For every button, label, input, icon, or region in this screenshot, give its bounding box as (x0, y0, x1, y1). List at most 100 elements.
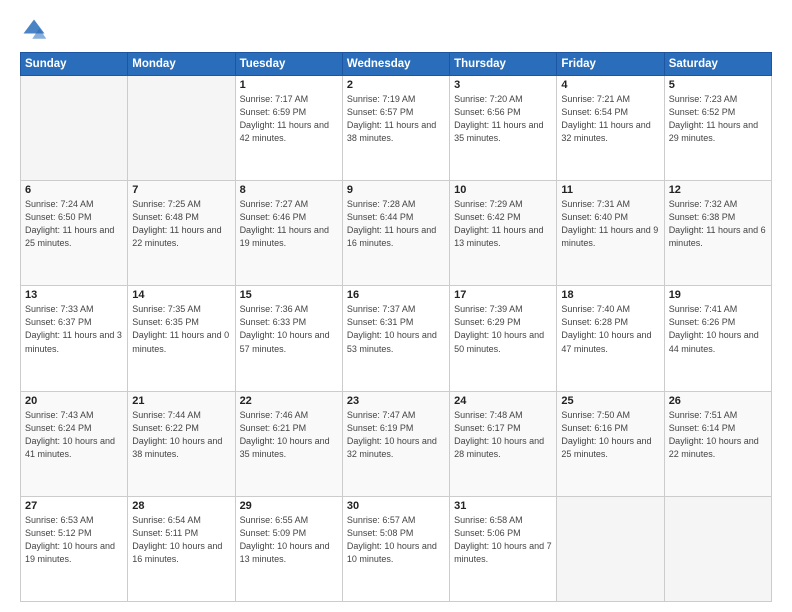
day-cell: 22 Sunrise: 7:46 AM Sunset: 6:21 PM Dayli… (235, 391, 342, 496)
generalblue-logo-icon (20, 16, 48, 44)
col-header-thursday: Thursday (450, 53, 557, 76)
logo (20, 16, 52, 44)
day-number: 18 (561, 289, 659, 301)
day-cell: 10Sunrise: 7:29 AM Sunset: 6:42 PM Dayli… (450, 181, 557, 286)
day-number: 30 (347, 500, 445, 512)
day-cell: 16 Sunrise: 7:37 AM Sunset: 6:31 PM Dayli… (342, 286, 449, 391)
day-cell: 23 Sunrise: 7:47 AM Sunset: 6:19 PM Dayli… (342, 391, 449, 496)
day-cell: 2Sunrise: 7:19 AM Sunset: 6:57 PM Daylig… (342, 76, 449, 181)
day-number: 1 (240, 79, 338, 91)
day-cell: 7 Sunrise: 7:25 AM Sunset: 6:48 PM Daylig… (128, 181, 235, 286)
day-cell (21, 76, 128, 181)
day-detail: Sunrise: 7:44 AM Sunset: 6:22 PM Dayligh… (132, 409, 230, 461)
day-detail: Sunrise: 7:43 AM Sunset: 6:24 PM Dayligh… (25, 409, 123, 461)
day-detail: Sunrise: 7:35 AM Sunset: 6:35 PM Dayligh… (132, 303, 230, 355)
day-detail: Sunrise: 7:48 AM Sunset: 6:17 PM Dayligh… (454, 409, 552, 461)
day-detail: Sunrise: 6:55 AM Sunset: 5:09 PM Dayligh… (240, 514, 338, 566)
day-number: 28 (132, 500, 230, 512)
day-cell: 3 Sunrise: 7:20 AM Sunset: 6:56 PM Daylig… (450, 76, 557, 181)
day-number: 31 (454, 500, 552, 512)
day-number: 26 (669, 395, 767, 407)
calendar-header-row: SundayMondayTuesdayWednesdayThursdayFrid… (21, 53, 772, 76)
day-number: 23 (347, 395, 445, 407)
day-detail: Sunrise: 7:32 AM Sunset: 6:38 PM Dayligh… (669, 198, 767, 250)
day-cell: 19 Sunrise: 7:41 AM Sunset: 6:26 PM Dayli… (664, 286, 771, 391)
col-header-friday: Friday (557, 53, 664, 76)
day-detail: Sunrise: 7:47 AM Sunset: 6:19 PM Dayligh… (347, 409, 445, 461)
day-number: 27 (25, 500, 123, 512)
day-detail: Sunrise: 7:27 AM Sunset: 6:46 PM Dayligh… (240, 198, 338, 250)
day-number: 11 (561, 184, 659, 196)
day-number: 12 (669, 184, 767, 196)
day-number: 20 (25, 395, 123, 407)
day-cell: 12 Sunrise: 7:32 AM Sunset: 6:38 PM Dayli… (664, 181, 771, 286)
header (20, 16, 772, 44)
day-cell: 8 Sunrise: 7:27 AM Sunset: 6:46 PM Daylig… (235, 181, 342, 286)
week-row-3: 13 Sunrise: 7:33 AM Sunset: 6:37 PM Dayli… (21, 286, 772, 391)
day-detail: Sunrise: 7:37 AM Sunset: 6:31 PM Dayligh… (347, 303, 445, 355)
day-detail: Sunrise: 7:17 AM Sunset: 6:59 PM Dayligh… (240, 93, 338, 145)
day-cell: 20 Sunrise: 7:43 AM Sunset: 6:24 PM Dayli… (21, 391, 128, 496)
day-detail: Sunrise: 7:36 AM Sunset: 6:33 PM Dayligh… (240, 303, 338, 355)
calendar-table: SundayMondayTuesdayWednesdayThursdayFrid… (20, 52, 772, 602)
day-detail: Sunrise: 6:53 AM Sunset: 5:12 PM Dayligh… (25, 514, 123, 566)
day-number: 25 (561, 395, 659, 407)
day-detail: Sunrise: 7:29 AM Sunset: 6:42 PM Dayligh… (454, 198, 552, 250)
col-header-tuesday: Tuesday (235, 53, 342, 76)
day-detail: Sunrise: 7:20 AM Sunset: 6:56 PM Dayligh… (454, 93, 552, 145)
day-number: 9 (347, 184, 445, 196)
day-number: 15 (240, 289, 338, 301)
day-detail: Sunrise: 7:50 AM Sunset: 6:16 PM Dayligh… (561, 409, 659, 461)
day-number: 24 (454, 395, 552, 407)
day-detail: Sunrise: 7:28 AM Sunset: 6:44 PM Dayligh… (347, 198, 445, 250)
day-number: 13 (25, 289, 123, 301)
day-detail: Sunrise: 7:39 AM Sunset: 6:29 PM Dayligh… (454, 303, 552, 355)
day-cell: 9 Sunrise: 7:28 AM Sunset: 6:44 PM Daylig… (342, 181, 449, 286)
day-number: 8 (240, 184, 338, 196)
day-number: 19 (669, 289, 767, 301)
day-detail: Sunrise: 7:25 AM Sunset: 6:48 PM Dayligh… (132, 198, 230, 250)
day-cell: 11 Sunrise: 7:31 AM Sunset: 6:40 PM Dayli… (557, 181, 664, 286)
day-detail: Sunrise: 6:57 AM Sunset: 5:08 PM Dayligh… (347, 514, 445, 566)
day-cell: 28 Sunrise: 6:54 AM Sunset: 5:11 PM Dayli… (128, 496, 235, 601)
day-cell: 4Sunrise: 7:21 AM Sunset: 6:54 PM Daylig… (557, 76, 664, 181)
day-cell: 6Sunrise: 7:24 AM Sunset: 6:50 PM Daylig… (21, 181, 128, 286)
day-cell: 29 Sunrise: 6:55 AM Sunset: 5:09 PM Dayli… (235, 496, 342, 601)
day-detail: Sunrise: 6:58 AM Sunset: 5:06 PM Dayligh… (454, 514, 552, 566)
day-cell: 25 Sunrise: 7:50 AM Sunset: 6:16 PM Dayli… (557, 391, 664, 496)
col-header-saturday: Saturday (664, 53, 771, 76)
day-cell: 14Sunrise: 7:35 AM Sunset: 6:35 PM Dayli… (128, 286, 235, 391)
day-number: 7 (132, 184, 230, 196)
col-header-wednesday: Wednesday (342, 53, 449, 76)
day-cell: 17Sunrise: 7:39 AM Sunset: 6:29 PM Dayli… (450, 286, 557, 391)
day-cell: 5Sunrise: 7:23 AM Sunset: 6:52 PM Daylig… (664, 76, 771, 181)
day-detail: Sunrise: 7:46 AM Sunset: 6:21 PM Dayligh… (240, 409, 338, 461)
day-detail: Sunrise: 7:40 AM Sunset: 6:28 PM Dayligh… (561, 303, 659, 355)
day-cell: 15 Sunrise: 7:36 AM Sunset: 6:33 PM Dayli… (235, 286, 342, 391)
day-detail: Sunrise: 7:51 AM Sunset: 6:14 PM Dayligh… (669, 409, 767, 461)
week-row-2: 6Sunrise: 7:24 AM Sunset: 6:50 PM Daylig… (21, 181, 772, 286)
day-cell (128, 76, 235, 181)
day-cell: 21Sunrise: 7:44 AM Sunset: 6:22 PM Dayli… (128, 391, 235, 496)
day-cell: 31 Sunrise: 6:58 AM Sunset: 5:06 PM Dayli… (450, 496, 557, 601)
day-cell (664, 496, 771, 601)
day-detail: Sunrise: 7:41 AM Sunset: 6:26 PM Dayligh… (669, 303, 767, 355)
day-number: 22 (240, 395, 338, 407)
day-cell: 26 Sunrise: 7:51 AM Sunset: 6:14 PM Dayli… (664, 391, 771, 496)
day-number: 6 (25, 184, 123, 196)
day-cell (557, 496, 664, 601)
day-cell: 13 Sunrise: 7:33 AM Sunset: 6:37 PM Dayli… (21, 286, 128, 391)
day-cell: 30 Sunrise: 6:57 AM Sunset: 5:08 PM Dayli… (342, 496, 449, 601)
day-detail: Sunrise: 7:31 AM Sunset: 6:40 PM Dayligh… (561, 198, 659, 250)
week-row-5: 27 Sunrise: 6:53 AM Sunset: 5:12 PM Dayli… (21, 496, 772, 601)
col-header-monday: Monday (128, 53, 235, 76)
day-detail: Sunrise: 6:54 AM Sunset: 5:11 PM Dayligh… (132, 514, 230, 566)
day-number: 2 (347, 79, 445, 91)
day-number: 3 (454, 79, 552, 91)
col-header-sunday: Sunday (21, 53, 128, 76)
day-detail: Sunrise: 7:33 AM Sunset: 6:37 PM Dayligh… (25, 303, 123, 355)
day-cell: 18 Sunrise: 7:40 AM Sunset: 6:28 PM Dayli… (557, 286, 664, 391)
day-number: 29 (240, 500, 338, 512)
day-number: 16 (347, 289, 445, 301)
day-number: 5 (669, 79, 767, 91)
